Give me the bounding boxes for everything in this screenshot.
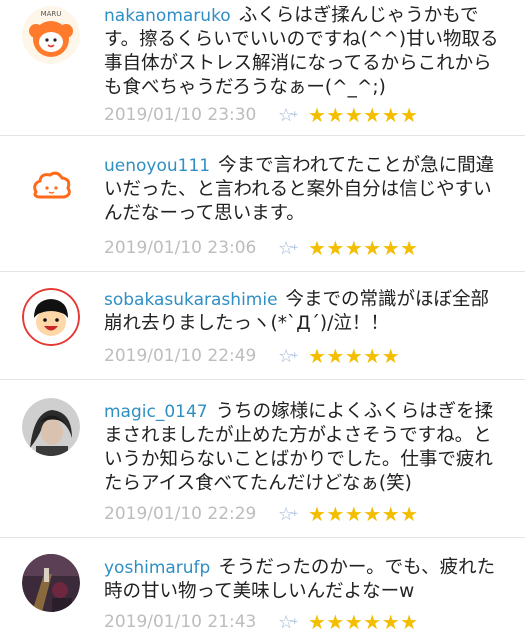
star-rating: ★★★★★★	[308, 236, 419, 260]
avatar[interactable]	[22, 554, 80, 612]
star-rating: ★★★★★	[308, 344, 401, 368]
comment-body: uenoyou111 今まで言われてたことが急に間違いだった、と言われると案外自分…	[104, 154, 500, 226]
add-favorite-icon[interactable]: ☆ +	[278, 238, 308, 259]
comment-meta: 2019/01/10 23:30 ☆ + ★★★★★★	[104, 103, 419, 127]
add-favorite-icon[interactable]: ☆ +	[278, 346, 308, 367]
add-favorite-icon[interactable]: ☆ +	[278, 105, 308, 126]
star-rating: ★★★★★★	[308, 103, 419, 127]
comment-date: 2019/01/10 22:49	[104, 346, 257, 366]
comment-date: 2019/01/10 23:06	[104, 238, 257, 258]
add-favorite-icon[interactable]: ☆ +	[278, 612, 308, 633]
avatar-logo-text: MARU	[41, 10, 62, 18]
username-link[interactable]: sobakasukarashimie	[104, 290, 278, 310]
comment-meta: 2019/01/10 22:49 ☆ + ★★★★★	[104, 344, 400, 368]
avatar[interactable]	[22, 398, 80, 456]
comment-body: sobakasukarashimie 今までの常識がほぼ全部崩れ去りましたっヽ(*…	[104, 288, 500, 336]
username-link[interactable]: yoshimarufp	[104, 558, 210, 578]
comment-item: uenoyou111 今まで言われてたことが急に間違いだった、と言われると案外自分…	[0, 136, 525, 272]
avatar[interactable]	[22, 288, 80, 346]
comment-date: 2019/01/10 21:43	[104, 612, 257, 632]
comment-date: 2019/01/10 22:29	[104, 504, 257, 524]
username-link[interactable]: uenoyou111	[104, 156, 210, 176]
username-link[interactable]: nakanomaruko	[104, 6, 231, 26]
add-favorite-icon[interactable]: ☆ +	[278, 504, 308, 525]
comment-date: 2019/01/10 23:30	[104, 105, 257, 125]
username-link[interactable]: magic_0147	[104, 402, 208, 422]
comment-body: magic_0147 うちの嫁様によくふくらはぎを揉まされましたが止めた方がよさそ…	[104, 400, 500, 496]
comment-body: nakanomaruko ふくらはぎ揉んじゃうかもです。擦るくらいでいいのですね(…	[104, 4, 500, 100]
comment-meta: 2019/01/10 22:29 ☆ + ★★★★★★	[104, 502, 419, 526]
star-rating: ★★★★★★	[308, 610, 419, 634]
avatar[interactable]: MARU	[22, 6, 80, 64]
comment-item: yoshimarufp そうだったのかー。でも、疲れた時の甘い物って美味しいんだよ…	[0, 538, 525, 640]
star-rating: ★★★★★★	[308, 502, 419, 526]
comment-item: MARU nakanomaruko ふくらはぎ揉んじゃうかもです。擦るくらいでいい…	[0, 0, 525, 136]
comment-meta: 2019/01/10 23:06 ☆ + ★★★★★★	[104, 236, 419, 260]
comment-meta: 2019/01/10 21:43 ☆ + ★★★★★★	[104, 610, 419, 634]
comment-item: sobakasukarashimie 今までの常識がほぼ全部崩れ去りましたっヽ(*…	[0, 272, 525, 380]
comment-item: magic_0147 うちの嫁様によくふくらはぎを揉まされましたが止めた方がよさそ…	[0, 380, 525, 538]
avatar[interactable]	[22, 158, 80, 216]
comment-body: yoshimarufp そうだったのかー。でも、疲れた時の甘い物って美味しいんだよ…	[104, 556, 500, 604]
